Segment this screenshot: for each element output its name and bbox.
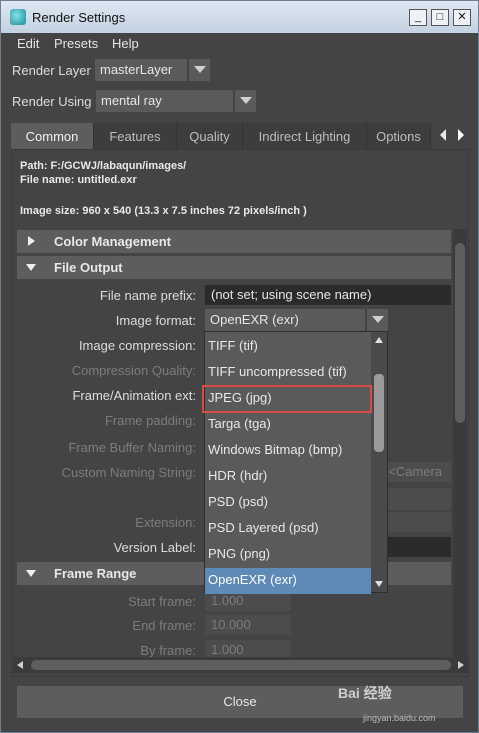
image-size-text: Image size: 960 x 540 (13.3 x 7.5 inches… [20, 205, 307, 217]
frame-padding-label: Frame padding: [104, 413, 196, 428]
by-frame-label: By frame: [140, 643, 196, 658]
custom-naming-string-label: Custom Naming String: [61, 465, 196, 480]
chevron-down-icon [240, 97, 252, 104]
tab-features[interactable]: Features [94, 123, 177, 149]
version-label-label: Version Label: [113, 540, 196, 555]
format-option-hdr[interactable]: HDR (hdr) [205, 464, 371, 490]
tab-indirect-lighting[interactable]: Indirect Lighting [243, 123, 367, 149]
vertical-scroll-thumb[interactable] [455, 243, 465, 423]
extension-label: Extension: [135, 515, 196, 530]
render-settings-window: Render Settings _ □ ✕ Edit Presets Help … [0, 0, 479, 733]
scroll-right-icon[interactable] [457, 660, 465, 670]
expand-arrow-icon [28, 236, 35, 246]
end-frame-label: End frame: [132, 618, 196, 633]
menu-bar: Edit Presets Help [1, 33, 478, 55]
output-path-text: Path: F:/GCWJ/labaqun/images/ [20, 160, 187, 172]
baidu-watermark-url: jingyan.baidu.com [363, 713, 436, 723]
scroll-up-icon[interactable] [374, 336, 384, 344]
maximize-button[interactable]: □ [431, 9, 449, 26]
image-format-dropdown-list: TIFF (tif) TIFF uncompressed (tif) JPEG … [204, 331, 388, 594]
tab-scroll-left-icon[interactable] [438, 125, 448, 145]
maya-app-icon [10, 9, 26, 25]
tab-options[interactable]: Options [367, 123, 431, 149]
title-bar: Render Settings _ □ ✕ [1, 1, 478, 33]
compression-quality-label: Compression Quality: [71, 363, 196, 378]
collapse-arrow-icon [26, 570, 36, 577]
section-file-output[interactable]: File Output [17, 256, 451, 279]
menu-edit[interactable]: Edit [17, 36, 39, 51]
format-option-psd[interactable]: PSD (psd) [205, 490, 371, 516]
render-using-label: Render Using [12, 94, 92, 109]
baidu-watermark-logo: Bai 经验 [338, 685, 392, 701]
scroll-down-icon[interactable] [374, 580, 384, 588]
image-format-dropdown-button[interactable] [366, 309, 388, 331]
close-window-button[interactable]: ✕ [453, 9, 471, 26]
frame-buffer-naming-label: Frame Buffer Naming: [68, 440, 196, 455]
render-using-select[interactable]: mental ray [96, 90, 233, 112]
start-frame-input[interactable]: 1.000 [205, 591, 291, 611]
file-name-prefix-label: File name prefix: [99, 288, 196, 303]
format-option-bmp[interactable]: Windows Bitmap (bmp) [205, 438, 371, 464]
image-format-label: Image format: [115, 313, 196, 328]
file-name-prefix-input[interactable]: (not set; using scene name) [205, 285, 451, 305]
tab-common[interactable]: Common [11, 123, 94, 149]
render-layer-dropdown-button[interactable] [188, 59, 210, 81]
section-color-management[interactable]: Color Management [17, 230, 451, 253]
end-frame-input[interactable]: 10.000 [205, 615, 291, 635]
chevron-down-icon [194, 66, 206, 73]
chevron-down-icon [372, 316, 384, 323]
collapse-arrow-icon [26, 264, 36, 271]
format-option-openexr[interactable]: OpenEXR (exr) [205, 568, 371, 594]
minimize-button[interactable]: _ [409, 9, 427, 26]
scroll-left-icon[interactable] [16, 660, 24, 670]
format-option-targa[interactable]: Targa (tga) [205, 412, 371, 438]
format-option-png[interactable]: PNG (png) [205, 542, 371, 568]
dropdown-scroll-thumb[interactable] [374, 374, 384, 452]
format-option-psd-layered[interactable]: PSD Layered (psd) [205, 516, 371, 542]
dropdown-scrollbar[interactable] [371, 332, 387, 592]
image-format-select[interactable]: OpenEXR (exr) [205, 309, 365, 331]
render-layer-select[interactable]: masterLayer [95, 59, 187, 81]
output-filename-text: File name: untitled.exr [20, 174, 137, 186]
format-option-tiff-uncompressed[interactable]: TIFF uncompressed (tif) [205, 360, 371, 386]
panel-horizontal-scrollbar[interactable] [13, 657, 469, 673]
horizontal-scroll-thumb[interactable] [31, 660, 451, 670]
format-option-tiff[interactable]: TIFF (tif) [205, 334, 371, 360]
render-using-dropdown-button[interactable] [234, 90, 256, 112]
menu-presets[interactable]: Presets [54, 36, 98, 51]
image-compression-label: Image compression: [78, 338, 196, 353]
tab-quality[interactable]: Quality [177, 123, 243, 149]
tab-scroll-right-icon[interactable] [456, 125, 466, 145]
jpeg-highlight-box [202, 385, 372, 413]
window-title: Render Settings [32, 10, 126, 25]
render-layer-label: Render Layer [12, 63, 91, 78]
menu-help[interactable]: Help [112, 36, 139, 51]
start-frame-label: Start frame: [128, 594, 196, 609]
frame-animation-ext-label: Frame/Animation ext: [72, 388, 196, 403]
panel-vertical-scrollbar[interactable] [453, 229, 467, 657]
